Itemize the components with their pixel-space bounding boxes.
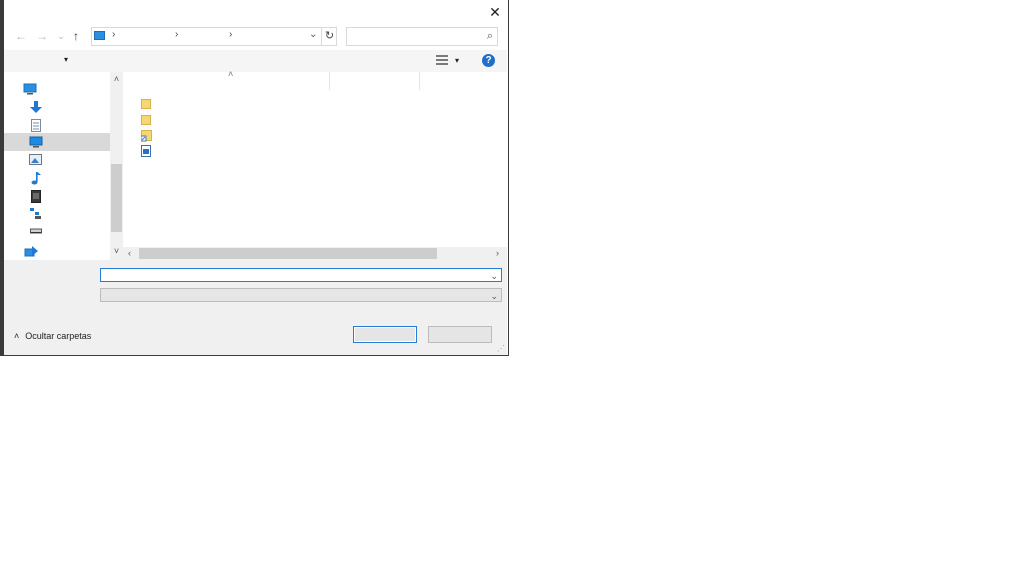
search-input[interactable]: ⌕ (346, 27, 498, 46)
up-arrow-icon[interactable]: ↑ (69, 28, 83, 44)
chevron-up-icon: ˄ (14, 331, 20, 341)
navigation-pane[interactable] (4, 72, 110, 260)
breadcrumb-separator[interactable]: › (229, 29, 232, 40)
column-header-name[interactable]: ˄ (123, 69, 330, 90)
sort-ascending-icon: ˄ (228, 69, 234, 79)
videos-icon (31, 190, 41, 203)
nav-item-music[interactable] (4, 169, 110, 187)
scrollbar-thumb[interactable] (111, 164, 122, 232)
drive-icon (30, 228, 42, 234)
nav-item-network-tree[interactable] (4, 205, 110, 223)
this-pc-icon (94, 31, 105, 40)
address-dropdown-icon[interactable]: ⌄ (309, 29, 317, 40)
file-list-horizontal-scrollbar[interactable]: ‹ › (123, 247, 507, 260)
column-header-date[interactable] (330, 72, 420, 90)
close-icon[interactable]: ✕ (485, 2, 505, 22)
hide-folders-label: Ocultar carpetas (25, 331, 92, 341)
back-arrow-icon[interactable]: ← (14, 28, 28, 44)
view-dropdown-icon[interactable]: ▾ (455, 56, 459, 65)
scroll-up-icon[interactable]: ˄ (110, 74, 123, 84)
breadcrumb-separator[interactable]: › (112, 29, 115, 40)
open-file-dialog: ✕ ← → ⌄ ↑ › › › ⌄ ↻ ⌕ ▾ ▾ ? ˄ ˅ ˄ ‹ › ⌄ … (0, 0, 509, 356)
help-icon[interactable]: ? (482, 54, 495, 67)
nav-item-this-pc[interactable] (4, 80, 110, 98)
search-icon[interactable]: ⌕ (487, 30, 493, 43)
resize-grip-icon[interactable]: ⋰ (497, 344, 505, 353)
scroll-right-icon[interactable]: › (496, 247, 499, 260)
chevron-down-icon[interactable]: ⌄ (490, 269, 498, 283)
nav-item-downloads[interactable] (4, 98, 110, 116)
cancel-button[interactable] (428, 326, 492, 343)
file-list[interactable]: ˄ (123, 69, 507, 247)
nav-item-videos[interactable] (4, 187, 110, 205)
scroll-left-icon[interactable]: ‹ (128, 247, 131, 260)
nav-item-documents[interactable] (4, 116, 110, 134)
column-header-type[interactable] (420, 72, 506, 90)
dialog-footer: ⌄ ⌄ ˄ Ocultar carpetas ⋰ (4, 260, 507, 355)
recent-locations-icon[interactable]: ⌄ (54, 28, 68, 44)
documents-icon (31, 119, 41, 132)
chevron-down-icon[interactable]: ⌄ (490, 289, 498, 303)
nav-item-desktop[interactable] (4, 133, 110, 151)
command-bar: ▾ ▾ ? (4, 50, 507, 72)
network-icon (24, 246, 38, 257)
nav-item-pictures[interactable] (4, 151, 110, 169)
pictures-icon (29, 154, 42, 165)
navigation-pane-scrollbar[interactable]: ˄ ˅ (110, 72, 123, 260)
address-bar[interactable]: › › › ⌄ ↻ (91, 27, 337, 46)
folder-icon[interactable] (141, 115, 151, 125)
file-type-select[interactable]: ⌄ (100, 288, 502, 302)
hide-folders-toggle[interactable]: ˄ Ocultar carpetas (14, 331, 91, 341)
music-icon (31, 172, 41, 185)
downloads-icon (30, 101, 42, 113)
desktop-icon (29, 136, 43, 148)
refresh-icon[interactable]: ↻ (321, 28, 337, 45)
network-tree-icon (30, 208, 41, 219)
nav-item-network[interactable] (4, 243, 110, 261)
open-button[interactable] (353, 326, 417, 343)
breadcrumb-separator[interactable]: › (175, 29, 178, 40)
forward-arrow-icon[interactable]: → (35, 28, 49, 44)
folder-shortcut-icon[interactable] (141, 130, 152, 142)
nav-item-drive[interactable] (4, 223, 110, 241)
scrollbar-thumb[interactable] (139, 248, 437, 259)
scroll-down-icon[interactable]: ˅ (110, 246, 123, 256)
organize-dropdown-icon[interactable]: ▾ (64, 55, 68, 64)
file-name-combobox[interactable]: ⌄ (100, 268, 502, 282)
folder-icon[interactable] (141, 99, 151, 109)
file-icon[interactable] (141, 145, 151, 157)
view-options-icon[interactable] (436, 55, 448, 65)
this-pc-icon (23, 83, 37, 95)
